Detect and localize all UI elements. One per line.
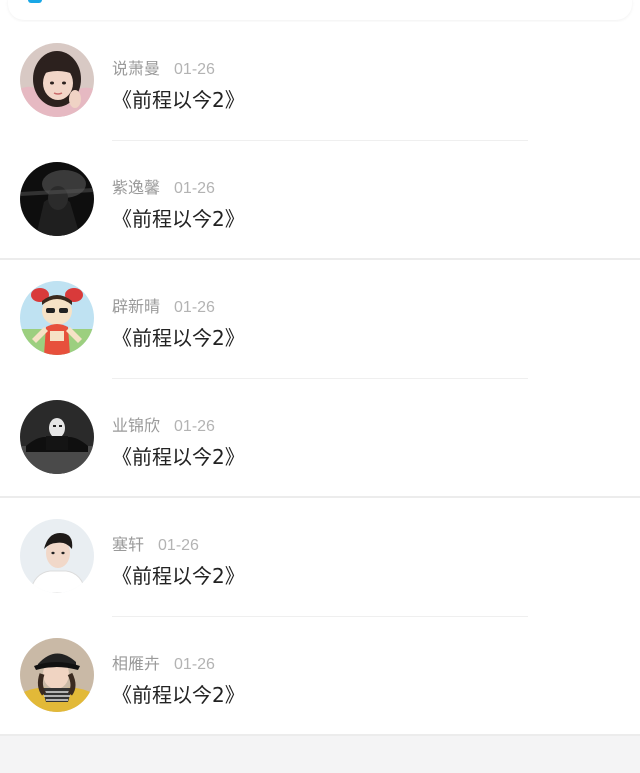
comment-meta: 紫逸馨 01-26: [112, 174, 215, 198]
user-name[interactable]: 相雁卉: [112, 654, 160, 673]
comment-date: 01-26: [174, 418, 215, 435]
comment-text: 《前程以今2》: [112, 564, 245, 588]
comment-meta: 辟新晴 01-26: [112, 293, 215, 317]
comment-row[interactable]: 塞轩 01-26 《前程以今2》: [0, 498, 640, 617]
comment-text: 《前程以今2》: [112, 88, 245, 112]
comment-group: 辟新晴 01-26 《前程以今2》 业锦欣 01-26 《前程以今2》: [0, 260, 640, 498]
comment-meta: 业锦欣 01-26: [112, 412, 215, 436]
young-man-avatar[interactable]: [20, 519, 94, 593]
girl-portrait-avatar[interactable]: [20, 43, 94, 117]
user-name[interactable]: 紫逸馨: [112, 178, 160, 197]
bottom-spacer: [0, 736, 640, 773]
comment-date: 01-26: [158, 537, 199, 554]
user-name[interactable]: 塞轩: [112, 535, 144, 554]
comment-text: 《前程以今2》: [112, 445, 245, 469]
user-name[interactable]: 说萧曼: [112, 59, 160, 78]
comment-group: 塞轩 01-26 《前程以今2》 相雁卉 01-26 《前程以今2》: [0, 498, 640, 736]
comment-row[interactable]: 辟新晴 01-26 《前程以今2》: [0, 260, 640, 379]
dark-figure-avatar[interactable]: [20, 162, 94, 236]
comment-date: 01-26: [174, 299, 215, 316]
top-card: [8, 0, 632, 20]
comment-text: 《前程以今2》: [112, 326, 245, 350]
comment-row[interactable]: 紫逸馨 01-26 《前程以今2》: [0, 141, 640, 260]
comment-group: 说萧曼 01-26 《前程以今2》 紫逸馨 01-26 《前程以今2》: [0, 22, 640, 260]
comment-date: 01-26: [174, 61, 215, 78]
girl-cap-scarf-avatar[interactable]: [20, 638, 94, 712]
user-name[interactable]: 辟新晴: [112, 297, 160, 316]
comment-meta: 塞轩 01-26: [112, 531, 199, 555]
top-bar: [0, 0, 640, 23]
comment-row[interactable]: 说萧曼 01-26 《前程以今2》: [0, 22, 640, 141]
comment-text: 《前程以今2》: [112, 207, 245, 231]
comment-meta: 说萧曼 01-26: [112, 55, 215, 79]
comment-row[interactable]: 业锦欣 01-26 《前程以今2》: [0, 379, 640, 498]
comment-row[interactable]: 相雁卉 01-26 《前程以今2》: [0, 617, 640, 736]
top-accent-indicator: [28, 0, 42, 3]
comment-meta: 相雁卉 01-26: [112, 650, 215, 674]
comment-date: 01-26: [174, 180, 215, 197]
user-name[interactable]: 业锦欣: [112, 416, 160, 435]
cartoon-girl-avatar[interactable]: [20, 281, 94, 355]
comment-date: 01-26: [174, 656, 215, 673]
comment-list: 说萧曼 01-26 《前程以今2》 紫逸馨 01-26 《前程以今2》 辟新晴 …: [0, 22, 640, 773]
comment-text: 《前程以今2》: [112, 683, 245, 707]
comment-feed-screen: 说萧曼 01-26 《前程以今2》 紫逸馨 01-26 《前程以今2》 辟新晴 …: [0, 0, 640, 773]
masked-person-avatar[interactable]: [20, 400, 94, 474]
